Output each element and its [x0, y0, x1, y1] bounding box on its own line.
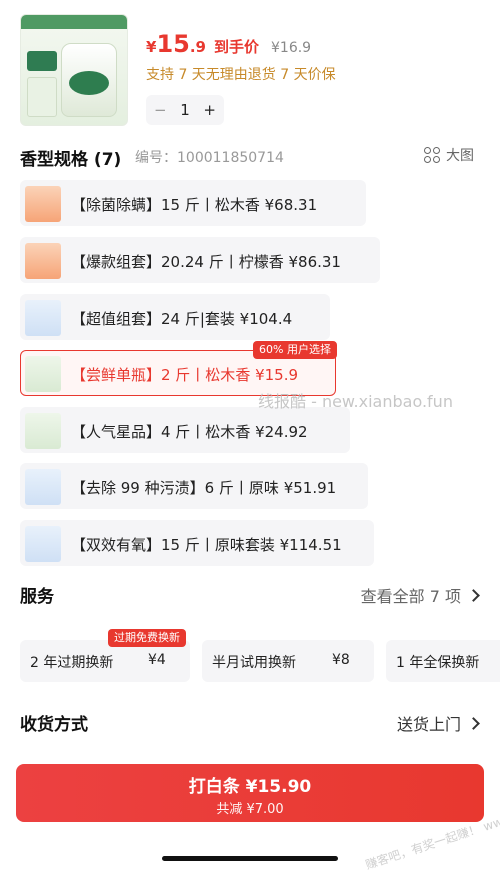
service-card-price: ¥4 [148, 652, 166, 668]
option-label: 【人气星品】4 斤丨松木香 ¥24.92 [71, 423, 308, 441]
buy-button[interactable]: 打白条 ¥15.90 共减 ¥7.00 [16, 764, 484, 822]
plus-button[interactable]: + [203, 101, 216, 119]
delivery-method-selector[interactable]: 送货上门 [396, 711, 480, 735]
service-card-2[interactable]: 半月试用换新 ¥8 [202, 640, 374, 682]
view-all-label: 查看全部 7 项 [360, 587, 461, 606]
home-indicator[interactable] [162, 856, 338, 861]
big-image-label: 大图 [446, 148, 474, 164]
option-thumbnail [25, 356, 61, 392]
price-decimal: .9 [189, 38, 206, 56]
option-label: 【爆款组套】20.24 斤丨柠檬香 ¥86.31 [71, 253, 341, 271]
price-tag: 到手价 [213, 38, 259, 56]
service-card-3[interactable]: 1 年全保换新 [386, 640, 500, 682]
option-label: 【超值组套】24 斤|套装 ¥104.4 [71, 310, 293, 328]
spec-option-2[interactable]: 【爆款组套】20.24 斤丨柠檬香 ¥86.31 [20, 237, 380, 283]
bottle-label-image [69, 71, 109, 95]
big-image-button[interactable]: 大图 [424, 145, 474, 165]
option-label: 【去除 99 种污渍】6 斤丨原味 ¥51.91 [71, 479, 337, 497]
view-all-services-link[interactable]: 查看全部 7 项 [360, 583, 480, 607]
product-code: 编号：100011850714 [135, 150, 284, 166]
service-card-label: 1 年全保换新 [396, 655, 480, 671]
spec-option-5[interactable]: 【人气星品】4 斤丨松木香 ¥24.92 [20, 407, 350, 453]
service-card-label: 半月试用换新 [212, 655, 296, 671]
service-title: 服务 [20, 587, 54, 607]
chevron-right-icon [467, 588, 480, 602]
spec-option-3[interactable]: 【超值组套】24 斤|套装 ¥104.4 [20, 294, 330, 340]
spec-option-6[interactable]: 【去除 99 种污渍】6 斤丨原味 ¥51.91 [20, 463, 368, 509]
price-symbol: ¥ [146, 38, 157, 56]
option-label: 【双效有氧】15 斤丨原味套装 ¥114.51 [71, 536, 342, 554]
discount-label: 共减 ¥7.00 [216, 802, 284, 817]
option-thumbnail [25, 243, 61, 279]
service-card-price: ¥8 [332, 652, 350, 668]
original-price: ¥16.9 [271, 40, 312, 56]
thumbnail-tag-features [27, 77, 57, 117]
option-label: 【除菌除螨】15 斤丨松木香 ¥68.31 [71, 196, 318, 214]
product-thumbnail[interactable] [20, 14, 128, 126]
thumbnail-topbar [21, 15, 127, 29]
chevron-right-icon [467, 716, 480, 730]
grid-icon [424, 147, 440, 163]
option-thumbnail [25, 413, 61, 449]
quantity-value[interactable]: 1 [180, 101, 190, 119]
delivery-method-value: 送货上门 [396, 715, 461, 734]
option-thumbnail [25, 186, 61, 222]
popular-choice-badge: 60% 用户选择 [253, 341, 337, 359]
option-thumbnail [25, 469, 61, 505]
option-thumbnail [25, 526, 61, 562]
delivery-title: 收货方式 [20, 715, 88, 735]
buy-button-label: 打白条 ¥15.90 [188, 777, 312, 797]
service-card-label: 2 年过期换新 [30, 655, 114, 671]
site-watermark: 线报酷 - new.xianbao.fun [258, 392, 453, 411]
spec-option-7[interactable]: 【双效有氧】15 斤丨原味套装 ¥114.51 [20, 520, 374, 566]
return-policy-text: 支持 7 天无理由退货 7 天价保 [146, 67, 336, 83]
spec-option-1[interactable]: 【除菌除螨】15 斤丨松木香 ¥68.31 [20, 180, 366, 226]
thumbnail-tag [27, 51, 57, 71]
quantity-stepper: − 1 + [146, 95, 224, 125]
spec-title: 香型规格 (7) [20, 150, 122, 170]
price-integer: 15 [156, 30, 190, 58]
option-label: 【尝鲜单瓶】2 斤丨松木香 ¥15.9 [71, 366, 299, 384]
minus-button[interactable]: − [154, 101, 167, 119]
free-renewal-badge: 过期免费换新 [108, 629, 186, 647]
option-thumbnail [25, 300, 61, 336]
price-row: ¥ 15 .9 到手价 ¥16.9 [146, 30, 311, 58]
